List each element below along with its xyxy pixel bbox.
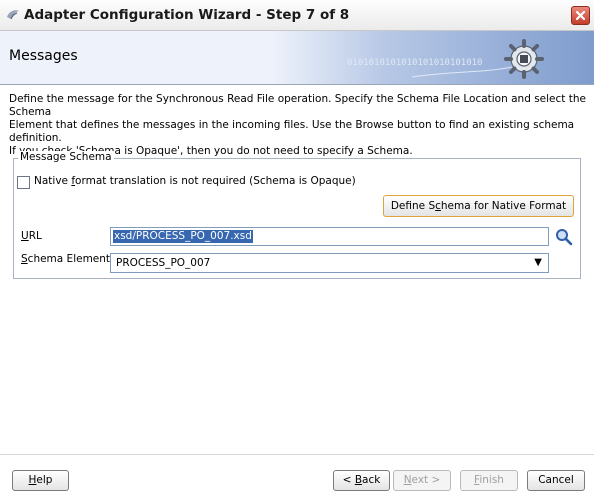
group-legend: Message Schema: [18, 151, 114, 163]
define-schema-button[interactable]: Define Schema for Native Format: [383, 195, 574, 217]
instructions-line-2: Element that defines the messages in the…: [9, 119, 575, 144]
schema-element-label: Schema Element: [21, 253, 111, 265]
schema-element-value: PROCESS_PO_007: [116, 257, 211, 269]
next-button[interactable]: Next >: [393, 470, 451, 491]
chevron-down-icon: ▼: [534, 257, 542, 268]
close-button[interactable]: [571, 6, 590, 25]
opaque-checkbox-label[interactable]: Native format translation is not require…: [34, 175, 356, 187]
svg-text:0101010101010101010101010: 0101010101010101010101010: [347, 58, 482, 68]
page-title: Messages: [9, 48, 78, 64]
title-bar: Adapter Configuration Wizard - Step 7 of…: [0, 0, 594, 31]
footer-divider: [0, 454, 594, 455]
adapter-icon: [5, 7, 21, 26]
window-title: Adapter Configuration Wizard - Step 7 of…: [24, 7, 350, 23]
close-icon: [575, 10, 586, 21]
instructions: Define the message for the Synchronous R…: [9, 93, 587, 158]
header-banner: 0101010101010101010101010: [272, 31, 594, 84]
url-value: xsd/PROCESS_PO_007.xsd: [113, 230, 253, 243]
instructions-line-1: Define the message for the Synchronous R…: [9, 93, 586, 118]
back-button[interactable]: < Back: [333, 470, 390, 491]
search-icon[interactable]: [555, 228, 573, 246]
opaque-checkbox[interactable]: [17, 176, 30, 189]
finish-button[interactable]: Finish: [460, 470, 518, 491]
schema-element-select[interactable]: PROCESS_PO_007 ▼: [110, 253, 549, 273]
url-label: URL: [21, 230, 42, 242]
url-input[interactable]: xsd/PROCESS_PO_007.xsd: [110, 227, 549, 246]
gear-plug-icon: [502, 37, 546, 84]
help-button[interactable]: Help: [12, 470, 69, 491]
cancel-button[interactable]: Cancel: [527, 470, 585, 491]
wizard-content: Define the message for the Synchronous R…: [0, 85, 594, 499]
wizard-header: 0101010101010101010101010 Messages: [0, 31, 594, 85]
